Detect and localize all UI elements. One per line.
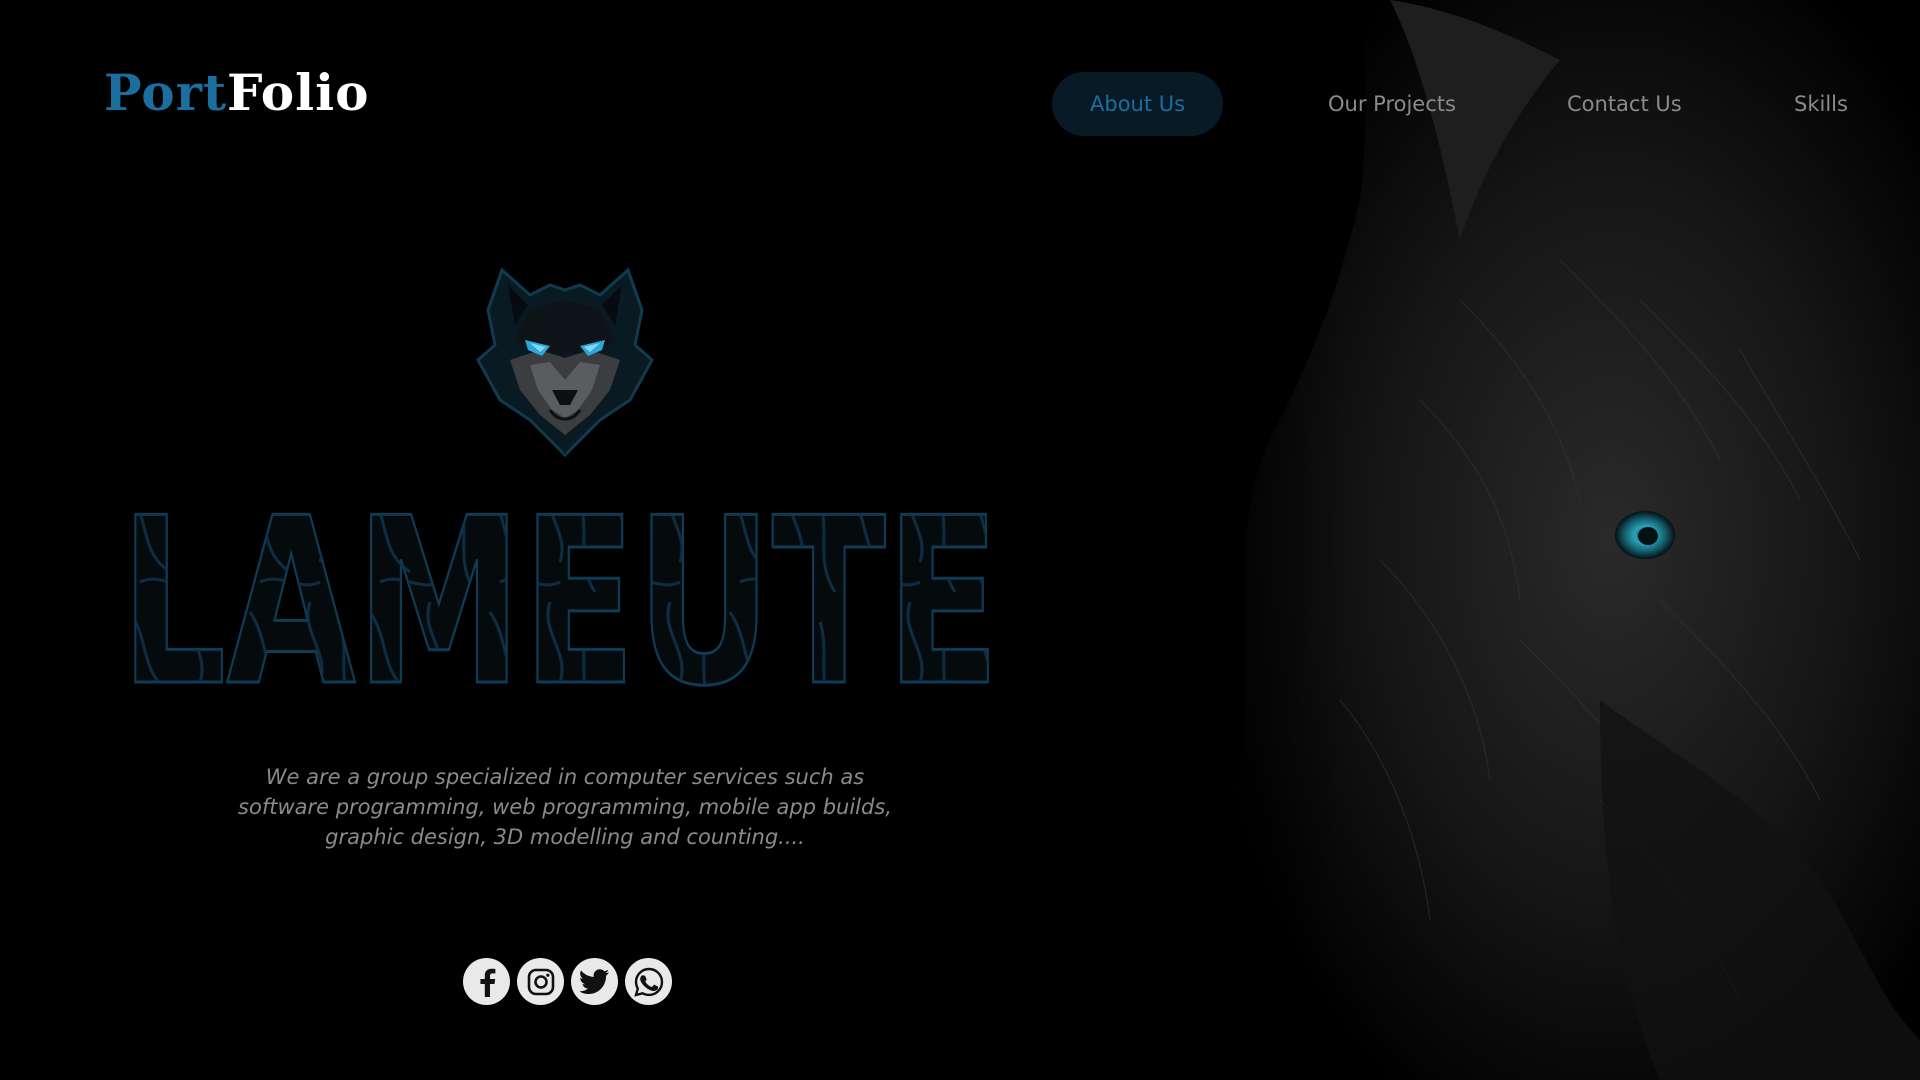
nav-item-our-projects[interactable]: Our Projects	[1328, 72, 1456, 136]
instagram-icon[interactable]	[517, 958, 564, 1005]
main-nav: About Us Our Projects Contact Us Skills	[1052, 72, 1852, 136]
hero-description: We are a group specialized in computer s…	[195, 762, 935, 852]
social-links	[463, 958, 672, 1005]
hero-description-line: We are a group specialized in computer s…	[265, 765, 865, 789]
wolf-photo	[1040, 0, 1920, 1080]
hero-title-texture: LAMEUTE	[120, 482, 1000, 712]
brand-logo-part2: Folio	[227, 63, 370, 122]
nav-item-contact-us[interactable]: Contact Us	[1567, 72, 1682, 136]
landing-page: PortFolio About Us Our Projects Contact …	[0, 0, 1920, 1080]
hero-title: LAMEUTE LAMEUTE	[120, 482, 1010, 712]
twitter-icon[interactable]	[571, 958, 618, 1005]
brand-logo[interactable]: PortFolio	[104, 68, 370, 118]
nav-item-skills[interactable]: Skills	[1794, 72, 1848, 136]
hero-description-line: software programming, web programming, m…	[238, 795, 892, 819]
nav-item-about-us[interactable]: About Us	[1052, 72, 1224, 136]
facebook-icon[interactable]	[463, 958, 510, 1005]
brand-logo-part1: Port	[104, 63, 228, 122]
wolf-head-icon	[470, 250, 660, 460]
hero-description-line: graphic design, 3D modelling and countin…	[325, 825, 805, 849]
whatsapp-icon[interactable]	[625, 958, 672, 1005]
